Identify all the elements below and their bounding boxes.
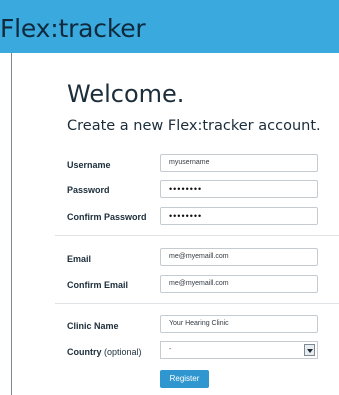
email-label: Email (67, 254, 92, 264)
app-logo: Flex:tracker (0, 14, 146, 43)
username-input[interactable]: myusername (160, 154, 318, 172)
confirm-email-input[interactable]: me@myemaill.com (160, 275, 318, 293)
section-divider (55, 235, 339, 236)
password-label: Password (67, 185, 110, 195)
clinic-name-input[interactable]: Your Hearing Clinic (160, 315, 318, 333)
section-divider (55, 303, 339, 304)
register-button[interactable]: Register (160, 370, 209, 388)
email-input[interactable]: me@myemaill.com (160, 248, 318, 266)
country-label: Country (optional) (67, 346, 142, 358)
clinic-name-label: Clinic Name (67, 321, 119, 331)
page-subtitle: Create a new Flex:tracker account. (67, 118, 321, 134)
username-label: Username (67, 160, 111, 170)
confirm-password-input[interactable]: •••••••• (160, 207, 318, 225)
confirm-password-label: Confirm Password (67, 212, 147, 222)
page-title: Welcome. (67, 80, 185, 108)
country-label-text: Country (67, 347, 102, 357)
optional-hint: (optional) (104, 347, 142, 357)
password-input[interactable]: •••••••• (160, 180, 318, 198)
dropdown-arrow-icon[interactable] (304, 344, 315, 356)
country-select[interactable]: - (160, 341, 318, 359)
confirm-email-label: Confirm Email (67, 280, 129, 290)
header-bar: Flex:tracker (0, 0, 339, 53)
country-selected-value: - (169, 346, 172, 353)
